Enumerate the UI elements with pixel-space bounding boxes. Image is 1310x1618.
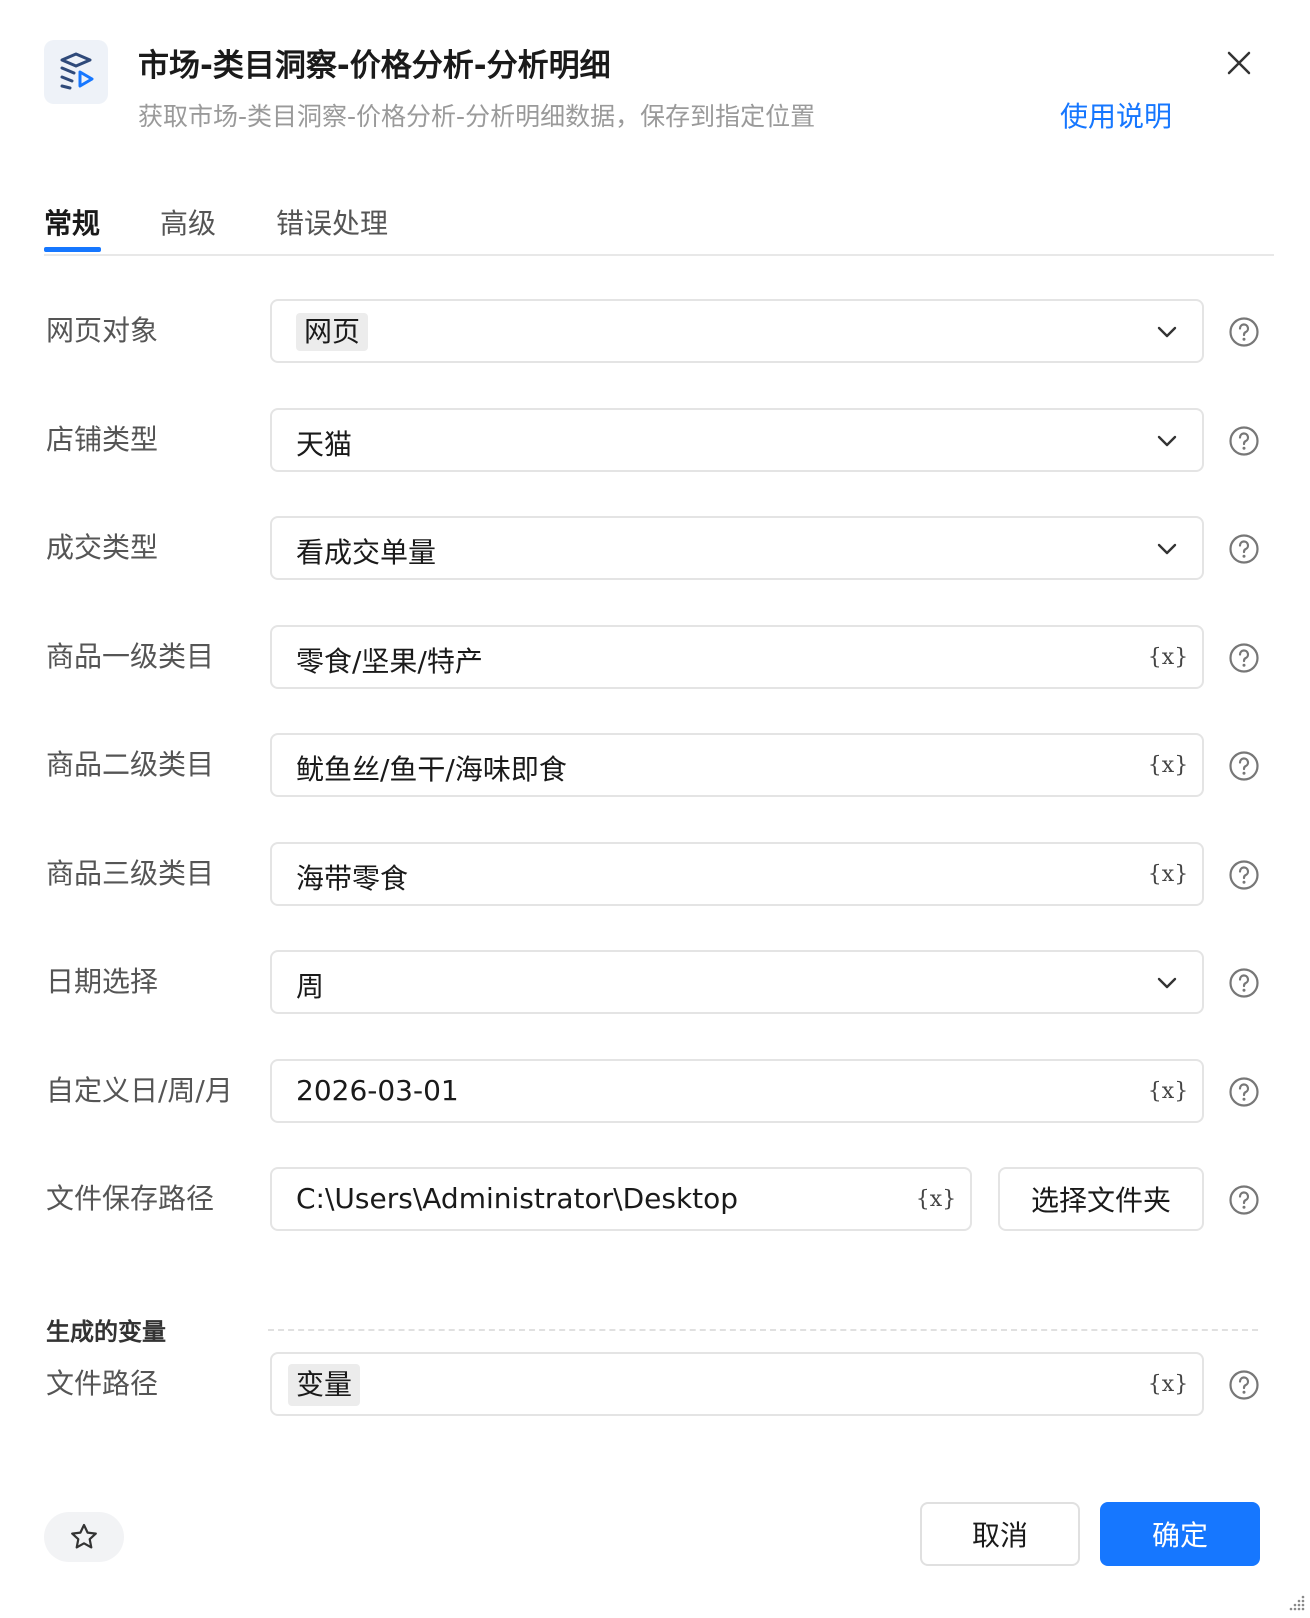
custom-date-value: 2026-03-01 <box>296 1074 459 1107</box>
help-icon[interactable] <box>1228 1076 1260 1108</box>
row-category-l3: 商品三级类目 海带零食 {x} <box>0 842 1310 906</box>
row-file-path: 文件路径 变量 {x} <box>0 1352 1310 1416</box>
variable-insert-button[interactable]: {x} <box>916 1183 956 1215</box>
chevron-down-icon <box>1157 977 1177 989</box>
variable-insert-button[interactable]: {x} <box>1148 749 1188 781</box>
row-webpage: 网页对象 网页 <box>0 299 1310 363</box>
category-l1-label: 商品一级类目 <box>46 640 215 673</box>
variable-chip: 变量 <box>288 1364 361 1406</box>
help-icon[interactable] <box>1228 1369 1260 1401</box>
help-icon[interactable] <box>1228 1184 1260 1216</box>
category-l3-value: 海带零食 <box>296 862 409 895</box>
variable-insert-button[interactable]: {x} <box>1148 858 1188 890</box>
store-type-label: 店铺类型 <box>46 423 159 456</box>
chevron-down-icon <box>1157 543 1177 555</box>
category-l1-value: 零食/坚果/特产 <box>296 645 483 678</box>
favorite-button[interactable] <box>44 1512 124 1562</box>
webpage-chip: 网页 <box>296 313 369 351</box>
save-path-label: 文件保存路径 <box>46 1182 215 1215</box>
row-date-select: 日期选择 周 <box>0 950 1310 1014</box>
row-deal-type: 成交类型 看成交单量 <box>0 516 1310 580</box>
store-type-select[interactable]: 天猫 <box>270 408 1204 472</box>
row-custom-date: 自定义日/周/月 2026-03-01 {x} <box>0 1059 1310 1123</box>
resize-grip-icon[interactable] <box>1286 1592 1306 1612</box>
variable-insert-button[interactable]: {x} <box>1148 1368 1188 1400</box>
store-type-value: 天猫 <box>296 428 353 461</box>
row-category-l1: 商品一级类目 零食/坚果/特产 {x} <box>0 625 1310 689</box>
help-icon[interactable] <box>1228 642 1260 674</box>
dialog-title: 市场-类目洞察-价格分析-分析明细 <box>138 48 611 84</box>
category-l3-label: 商品三级类目 <box>46 857 215 890</box>
row-store-type: 店铺类型 天猫 <box>0 408 1310 472</box>
tab-bar: 常规 高级 错误处理 <box>44 196 1274 256</box>
close-button[interactable] <box>1222 46 1256 80</box>
file-path-label: 文件路径 <box>46 1367 159 1400</box>
usage-help-link[interactable]: 使用说明 <box>1060 95 1172 135</box>
deal-type-label: 成交类型 <box>46 531 159 564</box>
help-icon[interactable] <box>1228 316 1260 348</box>
help-icon[interactable] <box>1228 533 1260 565</box>
help-icon[interactable] <box>1228 425 1260 457</box>
row-save-path: 文件保存路径 C:\Users\Administrator\Desktop {x… <box>0 1167 1310 1231</box>
category-l2-value: 鱿鱼丝/鱼干/海味即食 <box>296 753 567 786</box>
tab-general[interactable]: 常规 <box>44 202 100 242</box>
date-select-value: 周 <box>296 970 325 1003</box>
close-icon <box>1227 51 1251 75</box>
help-icon[interactable] <box>1228 750 1260 782</box>
active-tab-indicator <box>44 247 101 252</box>
star-icon <box>71 1523 97 1549</box>
cancel-button[interactable]: 取消 <box>920 1502 1080 1566</box>
variable-insert-button[interactable]: {x} <box>1148 641 1188 673</box>
dialog: 市场-类目洞察-价格分析-分析明细 获取市场-类目洞察-价格分析-分析明细数据，… <box>0 0 1310 1618</box>
chevron-down-icon <box>1157 435 1177 447</box>
webpage-label: 网页对象 <box>46 314 159 347</box>
tab-error-handling[interactable]: 错误处理 <box>276 202 388 242</box>
file-path-variable-input[interactable]: 变量 {x} <box>270 1352 1204 1416</box>
app-icon <box>44 40 108 104</box>
category-l2-input[interactable]: 鱿鱼丝/鱼干/海味即食 {x} <box>270 733 1204 797</box>
date-select-label: 日期选择 <box>46 965 159 998</box>
section-divider <box>268 1329 1258 1331</box>
variable-insert-button[interactable]: {x} <box>1148 1075 1188 1107</box>
chevron-down-icon <box>1157 326 1177 338</box>
deal-type-select[interactable]: 看成交单量 <box>270 516 1204 580</box>
save-path-value: C:\Users\Administrator\Desktop <box>296 1182 739 1215</box>
deal-type-value: 看成交单量 <box>296 536 437 569</box>
help-icon[interactable] <box>1228 967 1260 999</box>
confirm-button[interactable]: 确定 <box>1100 1502 1260 1566</box>
custom-date-label: 自定义日/周/月 <box>46 1074 233 1107</box>
row-category-l2: 商品二级类目 鱿鱼丝/鱼干/海味即食 {x} <box>0 733 1310 797</box>
tab-advanced[interactable]: 高级 <box>160 202 216 242</box>
category-l3-input[interactable]: 海带零食 {x} <box>270 842 1204 906</box>
select-folder-button[interactable]: 选择文件夹 <box>998 1167 1204 1231</box>
category-l1-input[interactable]: 零食/坚果/特产 {x} <box>270 625 1204 689</box>
dialog-subtitle: 获取市场-类目洞察-价格分析-分析明细数据，保存到指定位置 <box>138 102 816 131</box>
help-icon[interactable] <box>1228 859 1260 891</box>
date-select-dropdown[interactable]: 周 <box>270 950 1204 1014</box>
custom-date-input[interactable]: 2026-03-01 {x} <box>270 1059 1204 1123</box>
layers-play-icon <box>60 52 94 90</box>
save-path-input[interactable]: C:\Users\Administrator\Desktop {x} <box>270 1167 972 1231</box>
output-variables-section: 生成的变量 <box>46 1312 1276 1352</box>
webpage-select[interactable]: 网页 <box>270 299 1204 363</box>
section-title: 生成的变量 <box>46 1318 166 1346</box>
category-l2-label: 商品二级类目 <box>46 748 215 781</box>
